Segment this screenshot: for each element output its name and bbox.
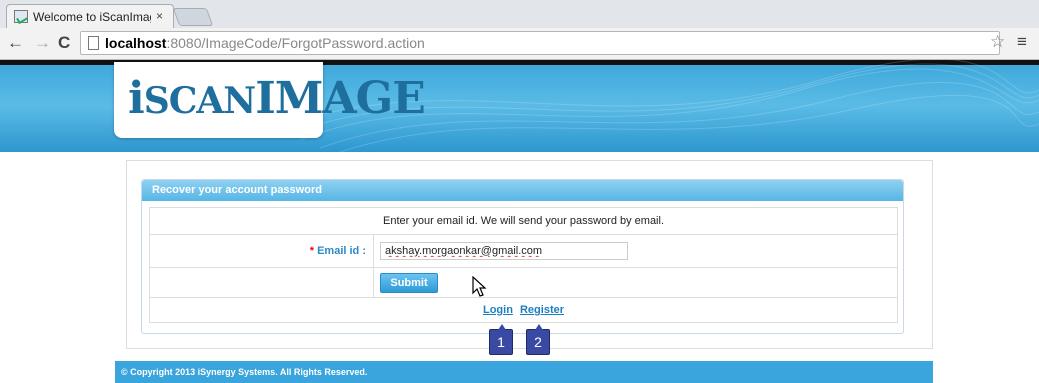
instructions-text: Enter your email id. We will send your p…: [149, 207, 898, 235]
submit-button[interactable]: Submit: [380, 272, 438, 293]
site-footer: © Copyright 2013 iSynergy Systems. All R…: [115, 361, 933, 383]
url-path: :8080/ImageCode/ForgotPassword.action: [166, 35, 425, 51]
tab-strip: Welcome to iScanImag ×: [0, 0, 1039, 28]
annotation-badge-2: 2: [526, 324, 550, 355]
links-row: Login Register: [149, 297, 898, 323]
register-link[interactable]: Register: [520, 304, 564, 316]
address-bar[interactable]: localhost:8080/ImageCode/ForgotPassword.…: [80, 31, 1000, 55]
new-tab-button[interactable]: [172, 8, 214, 26]
tab-title: Welcome to iScanImag: [33, 9, 151, 24]
email-label-text: Email id :: [314, 245, 366, 257]
browser-tab[interactable]: Welcome to iScanImag ×: [6, 4, 174, 28]
bookmark-star-icon[interactable]: ☆: [990, 32, 1005, 52]
submit-cell: Submit: [373, 267, 898, 298]
email-label: * Email id :: [149, 234, 374, 268]
mouse-cursor-icon: [472, 276, 487, 297]
url-text: localhost:8080/ImageCode/ForgotPassword.…: [105, 35, 425, 51]
panel-title: Recover your account password: [142, 180, 903, 201]
recover-form: Enter your email id. We will send your p…: [149, 207, 898, 323]
annotation-badge-1: 1: [489, 324, 513, 355]
site-logo[interactable]: iSCANIMAGE: [128, 73, 426, 126]
logo-scan: SCAN: [143, 80, 256, 122]
url-host: localhost: [105, 35, 167, 51]
email-cell: [373, 234, 898, 268]
recover-password-panel: Recover your account password Enter your…: [141, 179, 904, 334]
browser-menu-icon[interactable]: ≡: [1017, 32, 1027, 52]
login-link[interactable]: Login: [483, 304, 513, 316]
logo-image: IMAGE: [255, 73, 426, 124]
logo-box: iSCANIMAGE: [114, 62, 426, 138]
tab-close-icon[interactable]: ×: [156, 9, 163, 23]
page-icon: [88, 36, 99, 50]
email-field[interactable]: [380, 242, 628, 260]
logo-i: i: [128, 73, 145, 124]
empty-cell: [149, 267, 374, 298]
reload-icon[interactable]: C: [58, 33, 70, 53]
favicon-icon: [14, 10, 28, 23]
back-icon[interactable]: ←: [7, 33, 24, 53]
forward-icon[interactable]: →: [34, 33, 51, 53]
browser-toolbar: ← → C localhost:8080/ImageCode/ForgotPas…: [0, 28, 1039, 60]
